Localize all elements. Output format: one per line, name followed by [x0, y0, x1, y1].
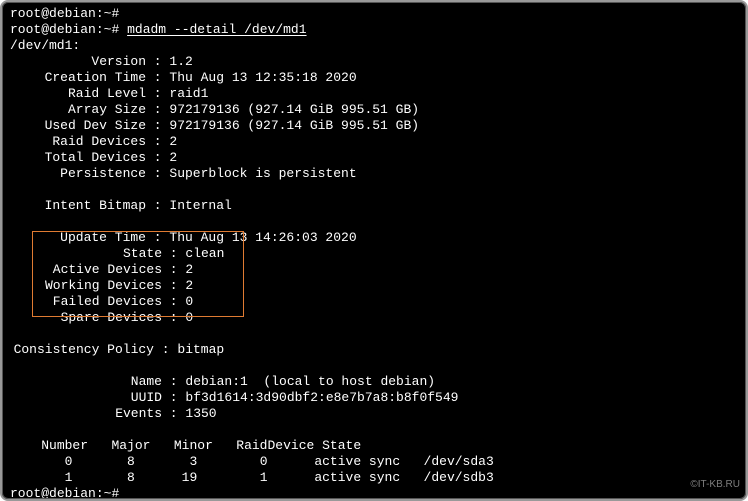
hdr-minor: Minor — [174, 438, 213, 453]
hdr-state: State — [322, 438, 361, 453]
label-version: Version — [10, 54, 146, 70]
row-activedev: Active Devices : 2 — [10, 262, 193, 277]
label-faileddev: Failed Devices — [10, 294, 162, 310]
value-faileddev: 0 — [185, 294, 193, 309]
row-sparedev: Spare Devices : 0 — [10, 310, 193, 325]
value-raidlevel: raid1 — [169, 86, 208, 101]
prompt-user: root — [10, 22, 41, 37]
row-version: Version : 1.2 — [10, 54, 193, 69]
label-raiddevices: Raid Devices — [10, 134, 146, 150]
cell-raiddev: 1 — [260, 470, 268, 485]
terminal-window[interactable]: root@debian:~# root@debian:~# mdadm --de… — [0, 0, 748, 501]
value-state: clean — [185, 246, 224, 261]
row-useddevsize: Used Dev Size : 972179136 (927.14 GiB 99… — [10, 118, 419, 133]
value-version: 1.2 — [169, 54, 192, 69]
value-name: debian:1 (local to host debian) — [185, 374, 435, 389]
cell-number: 1 — [65, 470, 73, 485]
row-uuid: UUID : bf3d1614:3d90dbf2:e8e7b7a8:b8f0f5… — [10, 390, 458, 405]
row-raidlevel: Raid Level : raid1 — [10, 86, 208, 101]
prompt-user: root — [10, 486, 41, 501]
row-workingdev: Working Devices : 2 — [10, 278, 193, 293]
table-row: 1 8 19 1 active sync /dev/sdb3 — [10, 470, 494, 485]
label-persistence: Persistence — [10, 166, 146, 182]
prompt-host: debian — [49, 486, 96, 501]
label-sparedev: Spare Devices — [10, 310, 162, 326]
value-consistency: bitmap — [177, 342, 224, 357]
watermark-text: ©IT-KB.RU — [690, 477, 740, 493]
cell-major: 8 — [127, 454, 135, 469]
cell-major: 8 — [127, 470, 135, 485]
label-activedev: Active Devices — [10, 262, 162, 278]
row-arraysize: Array Size : 972179136 (927.14 GiB 995.5… — [10, 102, 419, 117]
row-persistence: Persistence : Superblock is persistent — [10, 166, 357, 181]
prompt-user: root — [10, 6, 41, 21]
value-workingdev: 2 — [185, 278, 193, 293]
label-totaldevices: Total Devices — [10, 150, 146, 166]
row-totaldevices: Total Devices : 2 — [10, 150, 177, 165]
device-table-header: Number Major Minor RaidDevice State — [10, 438, 361, 453]
command-text: mdadm --detail /dev/md1 — [127, 22, 306, 37]
value-updatetime: Thu Aug 13 14:26:03 2020 — [169, 230, 356, 245]
value-activedev: 2 — [185, 262, 193, 277]
value-sparedev: 0 — [185, 310, 193, 325]
prompt-symbol: # — [111, 6, 119, 21]
value-raiddevices: 2 — [169, 134, 177, 149]
row-events: Events : 1350 — [10, 406, 217, 421]
label-updatetime: Update Time — [10, 230, 146, 246]
label-name: Name — [10, 374, 162, 390]
value-totaldevices: 2 — [169, 150, 177, 165]
cell-number: 0 — [65, 454, 73, 469]
row-updatetime: Update Time : Thu Aug 13 14:26:03 2020 — [10, 230, 357, 245]
row-faileddev: Failed Devices : 0 — [10, 294, 193, 309]
label-intentbitmap: Intent Bitmap — [10, 198, 146, 214]
cell-minor: 3 — [189, 454, 197, 469]
prompt-host: debian — [49, 6, 96, 21]
label-creationtime: Creation Time — [10, 70, 146, 86]
value-arraysize: 972179136 (927.14 GiB 995.51 GB) — [169, 102, 419, 117]
row-creationtime: Creation Time : Thu Aug 13 12:35:18 2020 — [10, 70, 357, 85]
label-state: State — [10, 246, 162, 262]
value-useddevsize: 972179136 (927.14 GiB 995.51 GB) — [169, 118, 419, 133]
label-events: Events — [10, 406, 162, 422]
terminal-output[interactable]: root@debian:~# root@debian:~# mdadm --de… — [10, 6, 738, 501]
row-name: Name : debian:1 (local to host debian) — [10, 374, 435, 389]
device-header: /dev/md1: — [10, 38, 80, 53]
cell-state: active sync — [314, 470, 400, 485]
row-intentbitmap: Intent Bitmap : Internal — [10, 198, 232, 213]
label-uuid: UUID — [10, 390, 162, 406]
cell-minor: 19 — [182, 470, 198, 485]
cell-dev: /dev/sda3 — [424, 454, 494, 469]
prompt-line-2[interactable]: root@debian:~# mdadm --detail /dev/md1 — [10, 22, 307, 37]
label-consistency: Consistency Policy — [10, 342, 154, 358]
value-uuid: bf3d1614:3d90dbf2:e8e7b7a8:b8f0f549 — [185, 390, 458, 405]
label-useddevsize: Used Dev Size — [10, 118, 146, 134]
value-intentbitmap: Internal — [169, 198, 231, 213]
table-row: 0 8 3 0 active sync /dev/sda3 — [10, 454, 494, 469]
cell-dev: /dev/sdb3 — [424, 470, 494, 485]
prompt-symbol: # — [111, 22, 119, 37]
value-events: 1350 — [185, 406, 216, 421]
label-arraysize: Array Size — [10, 102, 146, 118]
row-raiddevices: Raid Devices : 2 — [10, 134, 177, 149]
prompt-line-1[interactable]: root@debian:~# — [10, 6, 119, 21]
hdr-number: Number — [41, 438, 88, 453]
cell-state: active sync — [314, 454, 400, 469]
prompt-line-3[interactable]: root@debian:~# — [10, 486, 119, 501]
prompt-symbol: # — [111, 486, 119, 501]
hdr-raiddev: RaidDevice — [236, 438, 314, 453]
label-raidlevel: Raid Level — [10, 86, 146, 102]
hdr-major: Major — [111, 438, 150, 453]
label-workingdev: Working Devices — [10, 278, 162, 294]
value-creationtime: Thu Aug 13 12:35:18 2020 — [169, 70, 356, 85]
row-state: State : clean — [10, 246, 224, 261]
prompt-host: debian — [49, 22, 96, 37]
value-persistence: Superblock is persistent — [169, 166, 356, 181]
row-consistency: Consistency Policy : bitmap — [10, 342, 224, 357]
cell-raiddev: 0 — [260, 454, 268, 469]
